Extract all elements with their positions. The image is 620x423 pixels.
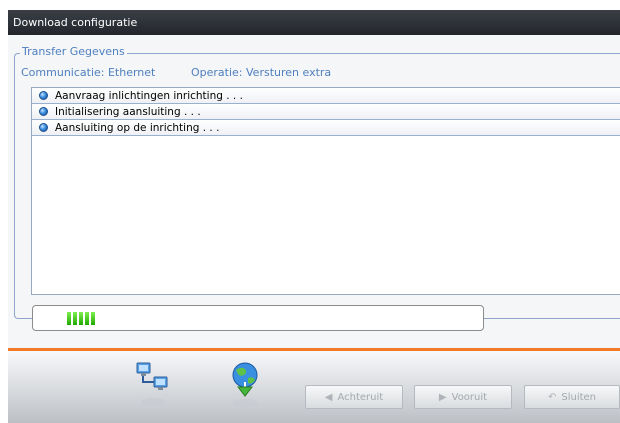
network-computers-icon[interactable] bbox=[136, 360, 170, 408]
close-button[interactable]: ↶ Sluiten bbox=[524, 385, 620, 409]
operation-info: Operatie: Versturen extra bbox=[191, 66, 332, 79]
log-item-text: Aansluiting op de inrichting . . . bbox=[55, 121, 220, 134]
list-item: Aansluiting op de inrichting . . . bbox=[32, 120, 620, 136]
back-button[interactable]: ◀ Achteruit bbox=[305, 385, 403, 409]
globe-download-icon[interactable] bbox=[226, 360, 266, 408]
status-bullet-icon bbox=[39, 91, 48, 100]
status-log-list[interactable]: Aanvraag inlichtingen inrichting . . . I… bbox=[31, 87, 620, 295]
status-bullet-icon bbox=[39, 123, 48, 132]
log-item-text: Aanvraag inlichtingen inrichting . . . bbox=[55, 89, 243, 102]
progress-segment bbox=[79, 312, 83, 325]
progress-segment bbox=[85, 312, 89, 325]
progress-bar bbox=[32, 305, 484, 331]
download-config-window: Download configuratie Transfer Gegevens … bbox=[8, 10, 620, 423]
list-item: Initialisering aansluiting . . . bbox=[32, 104, 620, 120]
undo-arrow-icon: ↶ bbox=[547, 391, 557, 403]
next-button[interactable]: ▶ Vooruit bbox=[414, 385, 512, 409]
list-item: Aanvraag inlichtingen inrichting . . . bbox=[32, 88, 620, 104]
progress-segment bbox=[67, 312, 71, 325]
log-item-text: Initialisering aansluiting . . . bbox=[55, 105, 201, 118]
progress-segment bbox=[73, 312, 77, 325]
close-button-label: Sluiten bbox=[561, 391, 597, 403]
back-button-label: Achteruit bbox=[337, 391, 384, 403]
next-button-label: Vooruit bbox=[451, 391, 488, 403]
progress-segment bbox=[91, 312, 95, 325]
status-bullet-icon bbox=[39, 107, 48, 116]
arrow-right-icon: ▶ bbox=[438, 391, 447, 403]
window-title: Download configuratie bbox=[8, 10, 620, 35]
arrow-left-icon: ◀ bbox=[324, 391, 333, 403]
communication-info: Communicatie: Ethernet bbox=[21, 66, 156, 79]
transfer-group-label: Transfer Gegevens bbox=[20, 45, 127, 59]
